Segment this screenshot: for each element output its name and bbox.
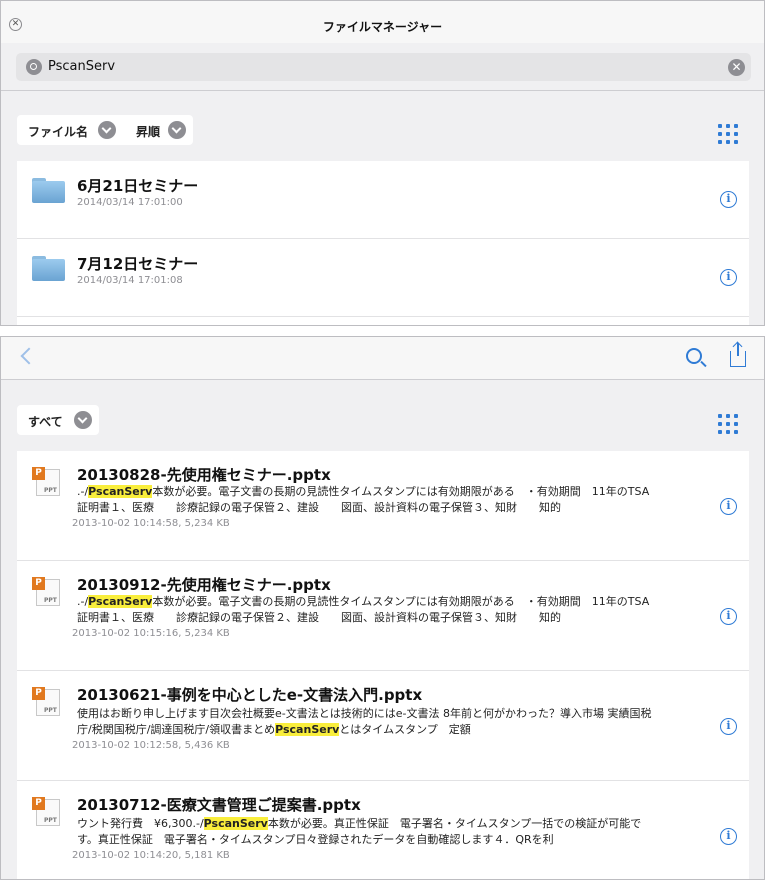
list-item[interactable]: 6月21日セミナー 2014/03/14 17:01:00 i (17, 161, 749, 239)
filter-label[interactable]: すべて (28, 413, 63, 430)
list-item[interactable]: PPT P 20130712-医療文書管理ご提案書.pptx ウント発行費 ¥6,… (17, 781, 749, 879)
list-item[interactable]: PPT P 20130621-事例を中心としたe-文書法入門.pptx 使用はお断… (17, 671, 749, 781)
chevron-down-icon[interactable] (98, 121, 116, 139)
folder-icon (32, 178, 65, 203)
sort-field-label[interactable]: ファイル名 (28, 123, 88, 140)
list-item[interactable]: PPT P 20130828-先使用権セミナー.pptx .-/PscanServ… (17, 451, 749, 561)
ppt-file-icon: PPT P (32, 577, 60, 607)
nav-bar (1, 337, 764, 380)
filter-chip[interactable]: すべて (17, 405, 99, 435)
document-title: 20130621-事例を中心としたe-文書法入門.pptx (77, 686, 423, 704)
folder-icon (32, 256, 65, 281)
grid-view-icon[interactable] (718, 414, 739, 435)
sort-order-label[interactable]: 昇順 (136, 123, 160, 140)
share-icon[interactable] (730, 343, 746, 367)
info-icon[interactable]: i (720, 498, 737, 515)
list-item[interactable]: PPT P 20130912-先使用権セミナー.pptx .-/PscanServ… (17, 561, 749, 671)
document-snippet: ウント発行費 ¥6,300.-/PscanServ本数が必要。真正性保証 電子署… (77, 817, 642, 846)
document-snippet: 使用はお断り申し上げます目次会社概要e-文書法とは技術的にはe-文書法 8年前と… (77, 707, 652, 736)
ppt-file-icon: PPT P (32, 467, 60, 497)
document-meta: 2013-10-02 10:14:20, 5,181 KB (72, 850, 230, 861)
divider (1, 90, 764, 91)
search-input[interactable]: PscanServ (48, 59, 115, 74)
title-bar: ✕ ファイルマネージャー (1, 1, 764, 43)
file-manager-window: ✕ ファイルマネージャー PscanServ ✕ ファイル名 昇順 6月21日セ… (0, 0, 765, 326)
folder-name: 6月21日セミナー (77, 177, 199, 195)
document-title: 20130912-先使用権セミナー.pptx (77, 576, 331, 594)
info-icon[interactable]: i (720, 608, 737, 625)
info-icon[interactable]: i (720, 191, 737, 208)
ppt-file-icon: PPT P (32, 797, 60, 827)
document-meta: 2013-10-02 10:14:58, 5,234 KB (72, 518, 230, 529)
search-icon[interactable] (686, 348, 702, 364)
document-meta: 2013-10-02 10:12:58, 5,436 KB (72, 740, 230, 751)
grid-view-icon[interactable] (718, 124, 739, 145)
info-icon[interactable]: i (720, 828, 737, 845)
ppt-file-icon: PPT P (32, 687, 60, 717)
document-title: 20130828-先使用権セミナー.pptx (77, 466, 331, 484)
info-icon[interactable]: i (720, 718, 737, 735)
search-results-window: すべて PPT P 20130828-先使用権セミナー.pptx .-/Pscan… (0, 336, 765, 880)
back-icon[interactable] (20, 347, 38, 365)
window-title: ファイルマネージャー (322, 20, 443, 34)
document-meta: 2013-10-02 10:15:16, 5,234 KB (72, 628, 230, 639)
folder-list: 6月21日セミナー 2014/03/14 17:01:00 i 7月12日セミナ… (17, 161, 749, 325)
document-title: 20130712-医療文書管理ご提案書.pptx (77, 796, 361, 814)
folder-date: 2014/03/14 17:01:00 (77, 197, 183, 208)
folder-date: 2014/03/14 17:01:08 (77, 275, 183, 286)
chevron-down-icon[interactable] (74, 411, 92, 429)
clear-search-icon[interactable]: ✕ (728, 59, 745, 76)
chevron-down-icon[interactable] (168, 121, 186, 139)
document-list: PPT P 20130828-先使用権セミナー.pptx .-/PscanServ… (17, 451, 749, 879)
document-snippet: .-/PscanServ本数が必要。電子文書の長期の見読性タイムスタンプには有効… (77, 485, 650, 514)
info-icon[interactable]: i (720, 269, 737, 286)
folder-name: 7月12日セミナー (77, 255, 199, 273)
sort-chip: ファイル名 昇順 (17, 115, 193, 145)
search-icon (26, 59, 42, 75)
search-field[interactable]: PscanServ ✕ (16, 53, 751, 81)
document-snippet: .-/PscanServ本数が必要。電子文書の長期の見読性タイムスタンプには有効… (77, 595, 650, 624)
list-item[interactable]: 7月12日セミナー 2014/03/14 17:01:08 i (17, 239, 749, 317)
